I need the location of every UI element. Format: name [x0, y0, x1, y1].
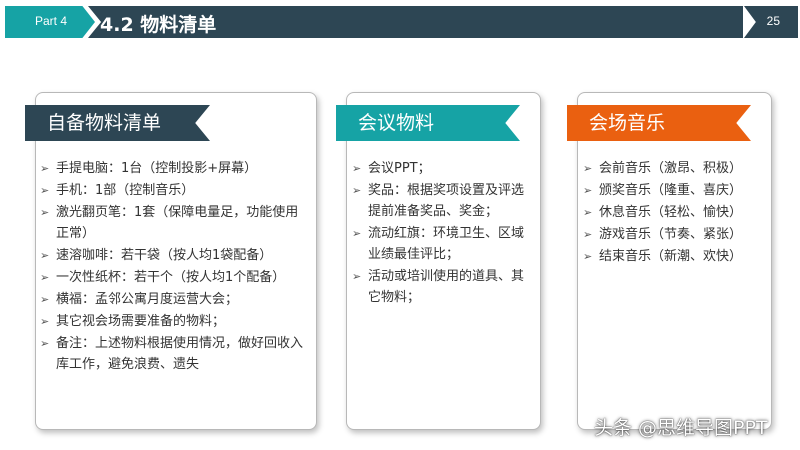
list-item: 活动或培训使用的道具、其它物料； [352, 266, 535, 308]
list-item: 其它视会场需要准备的物料； [40, 311, 310, 332]
slide-title: 4.2 物料清单 [100, 14, 217, 36]
slide-header: Part 4 4.2 物料清单 25 [0, 6, 800, 38]
list-item: 流动红旗：环境卫生、区域业绩最佳评比； [352, 223, 535, 265]
list-item: 会前音乐（激昂、积极） [583, 158, 766, 179]
section-title-meeting-materials: 会议物料 [336, 105, 520, 141]
section-title-self-materials: 自备物料清单 [25, 105, 210, 141]
section-title-venue-music: 会场音乐 [567, 105, 751, 141]
list-item: 游戏音乐（节奏、紧张） [583, 224, 766, 245]
list-item: 激光翻页笔：1套（保障电量足，功能使用正常） [40, 202, 310, 244]
part-tab: Part 4 [5, 6, 95, 38]
list-item: 休息音乐（轻松、愉快） [583, 202, 766, 223]
list-item: 会议PPT； [352, 158, 535, 179]
list-item: 手机：1部（控制音乐） [40, 180, 310, 201]
list-item: 速溶咖啡：若干袋（按人均1袋配备） [40, 245, 310, 266]
title-bar: 4.2 物料清单 [88, 6, 743, 38]
list-item: 手提电脑：1台（控制投影+屏幕） [40, 158, 310, 179]
part-label: Part 4 [35, 14, 68, 28]
list-venue-music: 会前音乐（激昂、积极） 颁奖音乐（隆重、喜庆） 休息音乐（轻松、愉快） 游戏音乐… [583, 158, 766, 268]
page-number: 25 [766, 14, 780, 28]
list-meeting-materials: 会议PPT； 奖品：根据奖项设置及评选提前准备奖品、奖金； 流动红旗：环境卫生、… [352, 158, 535, 309]
watermark: 头条 @思维导图PPT [594, 417, 768, 439]
list-item: 奖品：根据奖项设置及评选提前准备奖品、奖金； [352, 180, 535, 222]
page-number-box: 25 [744, 6, 798, 38]
list-item: 一次性纸杯：若干个（按人均1个配备） [40, 267, 310, 288]
list-item: 备注：上述物料根据使用情况，做好回收入库工作，避免浪费、遗失 [40, 333, 310, 375]
list-item: 横福：孟邻公寓月度运营大会； [40, 289, 310, 310]
list-self-materials: 手提电脑：1台（控制投影+屏幕） 手机：1部（控制音乐） 激光翻页笔：1套（保障… [40, 158, 310, 376]
list-item: 颁奖音乐（隆重、喜庆） [583, 180, 766, 201]
list-item: 结束音乐（新潮、欢快） [583, 246, 766, 267]
